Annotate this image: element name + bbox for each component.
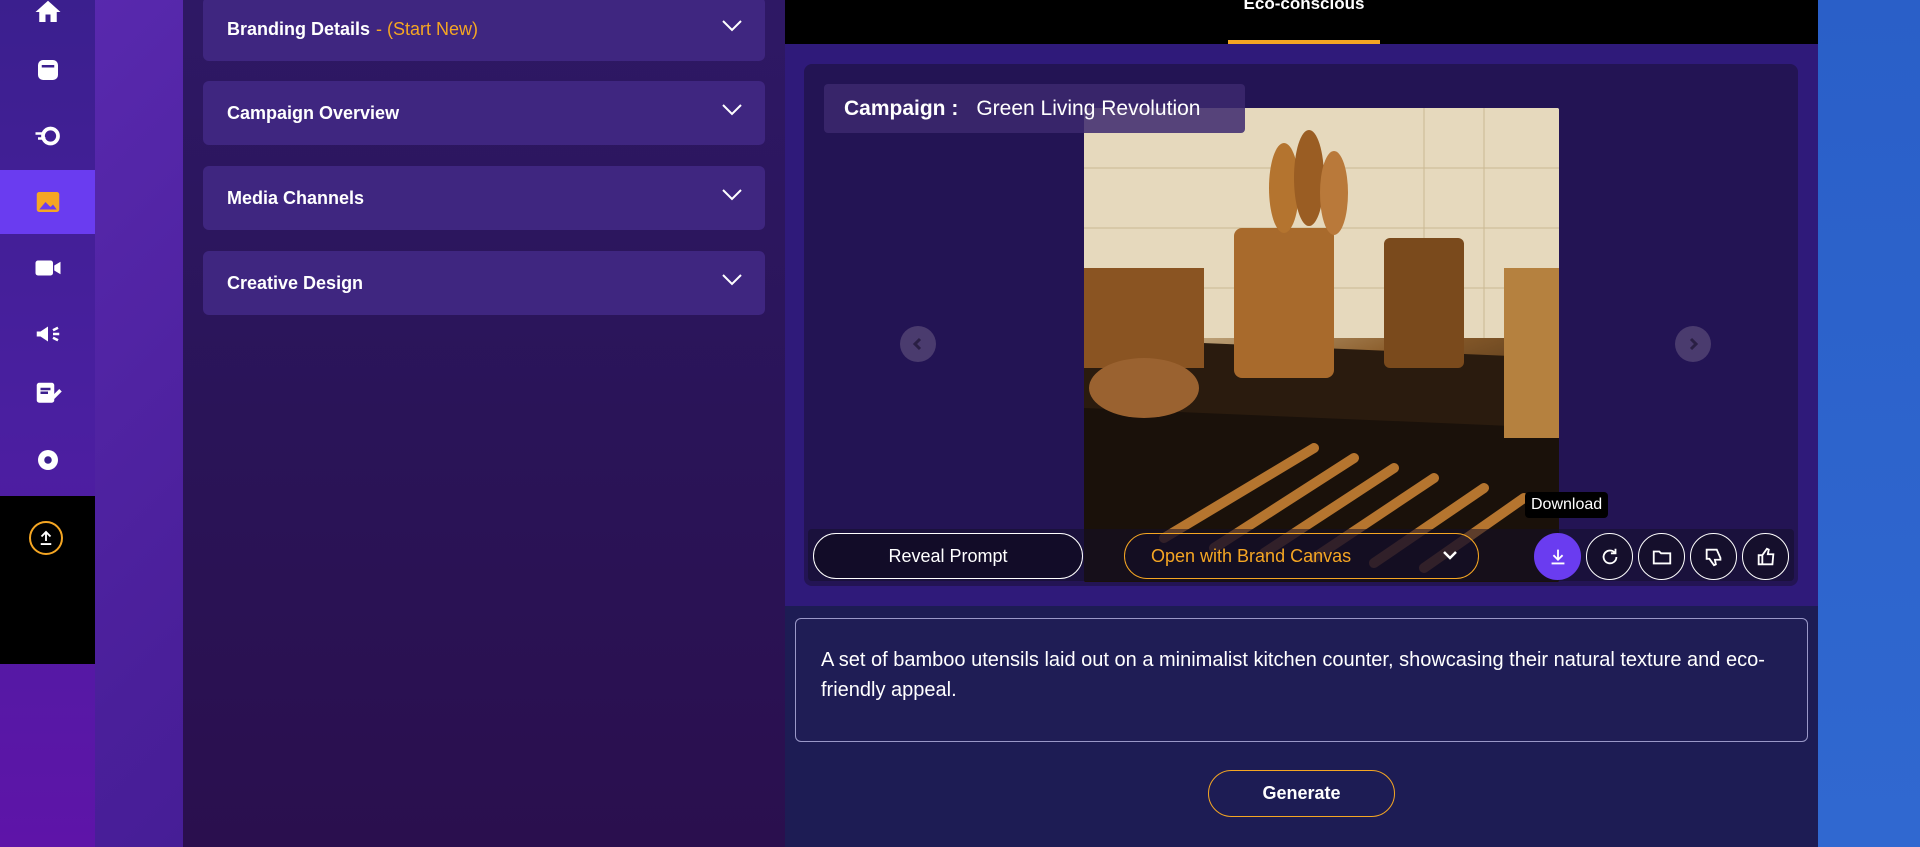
chevron-down-icon	[722, 104, 742, 116]
chevron-right-icon	[1689, 337, 1699, 351]
video-icon	[35, 260, 60, 276]
accordion-branding-details[interactable]: Branding Details - (Start New)	[203, 0, 765, 61]
thumbs-down-icon	[1705, 548, 1721, 566]
image-action-bar: Reveal Prompt Open with Brand Canvas	[808, 529, 1794, 581]
start-new-link[interactable]: - (Start New)	[376, 19, 478, 40]
automation-icon	[35, 126, 60, 146]
brand-canvas-select[interactable]: Open with Brand Canvas	[1124, 533, 1479, 579]
accordion-media-channels[interactable]: Media Channels	[203, 166, 765, 230]
campaign-name: Green Living Revolution	[976, 96, 1201, 120]
sidebar-item-image[interactable]	[0, 170, 95, 234]
prompt-textarea[interactable]: A set of bamboo utensils laid out on a m…	[795, 618, 1808, 742]
sidebar-item-automation[interactable]	[0, 104, 95, 168]
generated-image	[1084, 108, 1559, 582]
like-button[interactable]	[1742, 533, 1789, 580]
image-icon	[36, 192, 59, 212]
chevron-left-icon	[912, 337, 922, 351]
regenerate-button[interactable]	[1586, 533, 1633, 580]
settings-panel: Branding Details - (Start New) Campaign …	[183, 0, 785, 847]
accordion-title: Campaign Overview	[227, 102, 400, 123]
previous-image-button[interactable]	[900, 326, 936, 362]
gear-icon	[37, 450, 58, 470]
library-icon	[37, 60, 58, 80]
sidebar-item-video[interactable]	[0, 236, 95, 300]
sidebar-item-settings[interactable]	[0, 428, 95, 492]
accordion-creative-design[interactable]: Creative Design	[203, 251, 765, 315]
generate-button[interactable]: Generate	[1208, 770, 1395, 817]
accordion-title: Media Channels	[227, 187, 365, 208]
next-image-button[interactable]	[1675, 326, 1711, 362]
thumbs-up-icon	[1757, 547, 1774, 565]
refresh-icon	[1602, 548, 1617, 564]
folder-icon	[1652, 550, 1671, 564]
window-background	[1818, 0, 1920, 847]
download-icon	[1551, 549, 1564, 564]
upload-button[interactable]	[29, 521, 63, 555]
chevron-down-icon	[722, 274, 742, 286]
chevron-down-icon	[722, 20, 742, 32]
download-tooltip: Download	[1525, 492, 1609, 518]
sidebar-rail	[0, 0, 95, 847]
campaign-label-key: Campaign :	[844, 96, 959, 120]
accordion-title: Creative Design	[227, 272, 364, 293]
image-viewer: Campaign : Green Living Revolution Revea…	[804, 64, 1798, 586]
reveal-prompt-button[interactable]: Reveal Prompt	[813, 533, 1083, 579]
accordion-title: Branding Details	[227, 18, 371, 39]
sidebar-item-campaigns[interactable]	[0, 302, 95, 366]
rail-bottom-panel	[0, 496, 95, 664]
dislike-button[interactable]	[1690, 533, 1737, 580]
brand-canvas-label: Open with Brand Canvas	[1151, 545, 1352, 566]
tab-bar: Eco-conscious	[785, 0, 1818, 44]
home-icon	[35, 0, 60, 22]
chevron-down-icon	[1443, 551, 1457, 560]
tab-eco-conscious[interactable]: Eco-conscious	[1228, 0, 1380, 44]
main-panel: Eco-conscious Campaign : Green Living Re…	[785, 0, 1818, 847]
upload-icon	[40, 530, 52, 545]
tab-label: Eco-conscious	[1243, 0, 1365, 13]
megaphone-icon	[36, 326, 59, 342]
bamboo-utensils-image	[1084, 108, 1559, 582]
accordion-campaign-overview[interactable]: Campaign Overview	[203, 81, 765, 145]
sidebar-item-content[interactable]	[0, 362, 95, 426]
content-writer-icon	[36, 382, 62, 403]
download-button[interactable]	[1534, 533, 1581, 580]
sidebar-item-library[interactable]	[0, 38, 95, 102]
save-to-folder-button[interactable]	[1638, 533, 1685, 580]
image-stage: Campaign : Green Living Revolution Revea…	[785, 44, 1818, 606]
campaign-label: Campaign : Green Living Revolution	[824, 84, 1245, 133]
chevron-down-icon	[722, 189, 742, 201]
